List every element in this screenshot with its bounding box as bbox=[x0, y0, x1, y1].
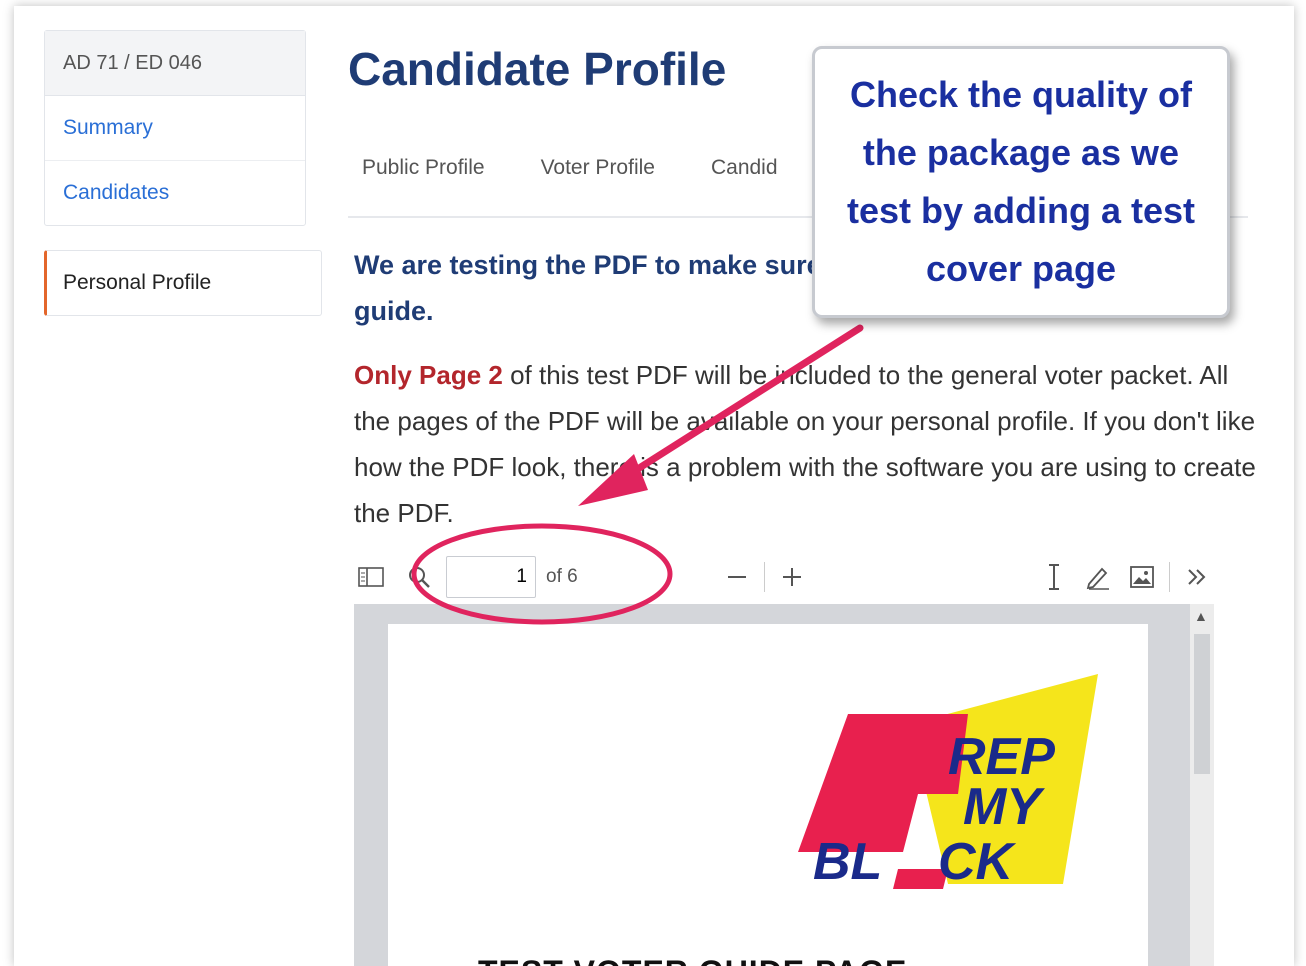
sidebar-item-candidates[interactable]: Candidates bbox=[45, 161, 305, 225]
page-title: Candidate Profile bbox=[348, 43, 727, 95]
pdf-page-heading: TEST VOTER GUIDE PAGE bbox=[478, 954, 907, 966]
sidebar-toggle-icon[interactable] bbox=[354, 560, 388, 594]
pdf-page: REP MY BL CK TEST VOTER GUIDE PAGE bbox=[388, 624, 1148, 966]
toolbar-divider bbox=[1169, 562, 1170, 592]
svg-text:MY: MY bbox=[963, 778, 1045, 836]
text-cursor-icon[interactable] bbox=[1037, 560, 1071, 594]
more-tools-icon[interactable] bbox=[1180, 560, 1214, 594]
district-label: AD 71 / ED 046 bbox=[45, 31, 305, 96]
pdf-scrollbar[interactable]: ▲ bbox=[1190, 604, 1214, 966]
pdf-viewport[interactable]: REP MY BL CK TEST VOTER GUIDE PAGE ▲ bbox=[354, 604, 1214, 966]
svg-text:CK: CK bbox=[938, 833, 1017, 891]
pdf-toolbar: of 6 bbox=[354, 552, 1214, 602]
page-number-input[interactable] bbox=[446, 556, 536, 598]
rep-my-block-logo: REP MY BL CK bbox=[798, 674, 1098, 891]
callout-box: Check the quality of the package as we t… bbox=[812, 46, 1230, 318]
sidebar-item-personal-profile[interactable]: Personal Profile bbox=[44, 250, 322, 316]
sidebar-nav: AD 71 / ED 046 Summary Candidates bbox=[44, 30, 306, 226]
tab-voter-profile[interactable]: Voter Profile bbox=[527, 146, 669, 216]
tab-public-profile[interactable]: Public Profile bbox=[348, 146, 499, 216]
page-count-label: of 6 bbox=[546, 566, 578, 587]
scroll-thumb[interactable] bbox=[1194, 634, 1210, 774]
zoom-in-icon[interactable] bbox=[775, 560, 809, 594]
zoom-out-icon[interactable] bbox=[720, 560, 754, 594]
search-icon[interactable] bbox=[402, 560, 436, 594]
page-frame: AD 71 / ED 046 Summary Candidates Person… bbox=[14, 6, 1294, 966]
scroll-up-icon[interactable]: ▲ bbox=[1194, 608, 1208, 624]
callout-text: Check the quality of the package as we t… bbox=[846, 74, 1196, 289]
draw-icon[interactable] bbox=[1081, 560, 1115, 594]
svg-text:BL: BL bbox=[813, 833, 882, 891]
image-icon[interactable] bbox=[1125, 560, 1159, 594]
highlight-text: Only Page 2 bbox=[354, 360, 503, 390]
toolbar-divider bbox=[764, 562, 766, 592]
tab-candidate[interactable]: Candid bbox=[697, 146, 792, 216]
instructions-text: Only Page 2 of this test PDF will be inc… bbox=[354, 352, 1259, 536]
sidebar-item-summary[interactable]: Summary bbox=[45, 96, 305, 161]
